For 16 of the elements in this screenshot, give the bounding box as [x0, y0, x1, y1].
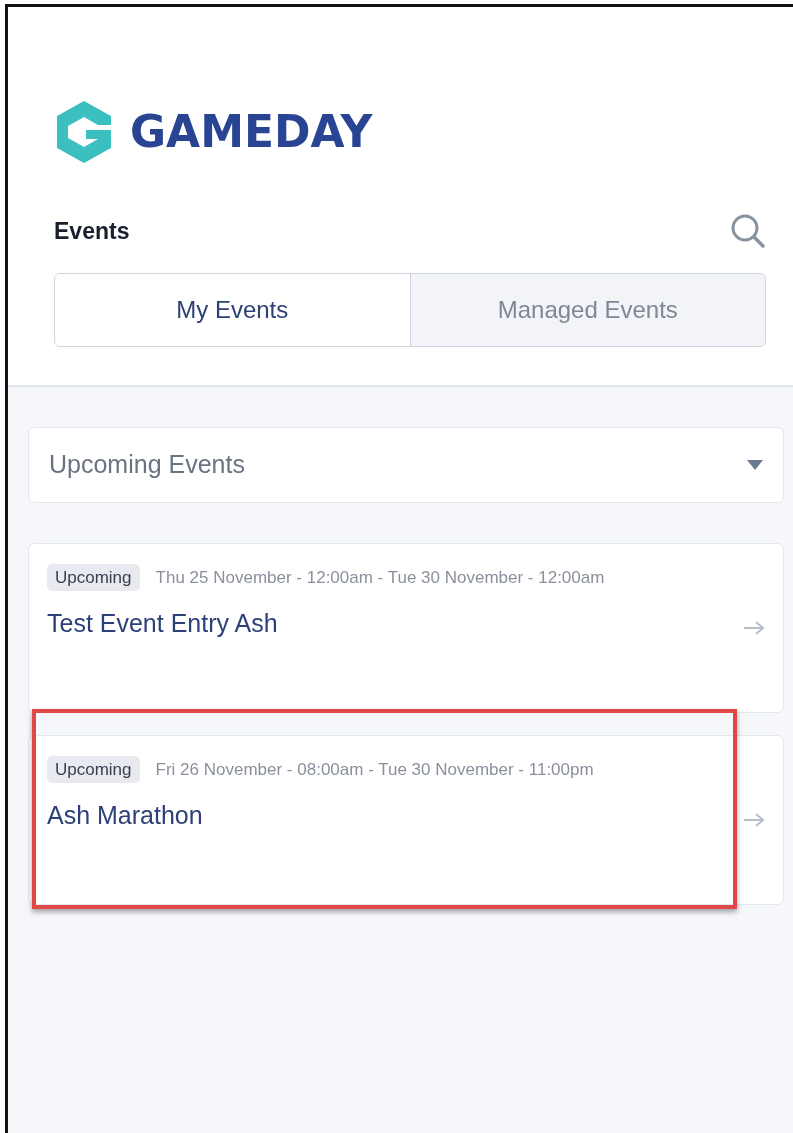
status-tag: Upcoming	[47, 755, 140, 783]
page-title: Events	[54, 216, 130, 246]
status-tag: Upcoming	[47, 563, 140, 591]
event-card[interactable]: Upcoming Thu 25 November - 12:00am - Tue 30 November - 12:00am Test Event Entry Ash	[28, 542, 784, 713]
event-card[interactable]: Upcoming Fri 26 November - 08:00am - Tue 30 November - 11:00pm Ash Marathon	[28, 734, 784, 905]
arrow-icon	[743, 619, 765, 636]
logo-text: GAMEDAY	[130, 110, 373, 154]
event-title: Test Event Entry Ash	[47, 608, 278, 639]
arrow-icon	[743, 811, 765, 828]
logo-icon	[54, 99, 114, 165]
event-dates: Fri 26 November - 08:00am - Tue 30 November - 11:00pm	[155, 758, 594, 781]
event-dates: Thu 25 November - 12:00am - Tue 30 November - 12:00am	[155, 566, 605, 589]
event-title: Ash Marathon	[47, 800, 203, 831]
filter-dropdown[interactable]: Upcoming Events	[28, 427, 784, 503]
caret-icon	[747, 459, 763, 470]
search-icon[interactable]	[730, 213, 766, 249]
